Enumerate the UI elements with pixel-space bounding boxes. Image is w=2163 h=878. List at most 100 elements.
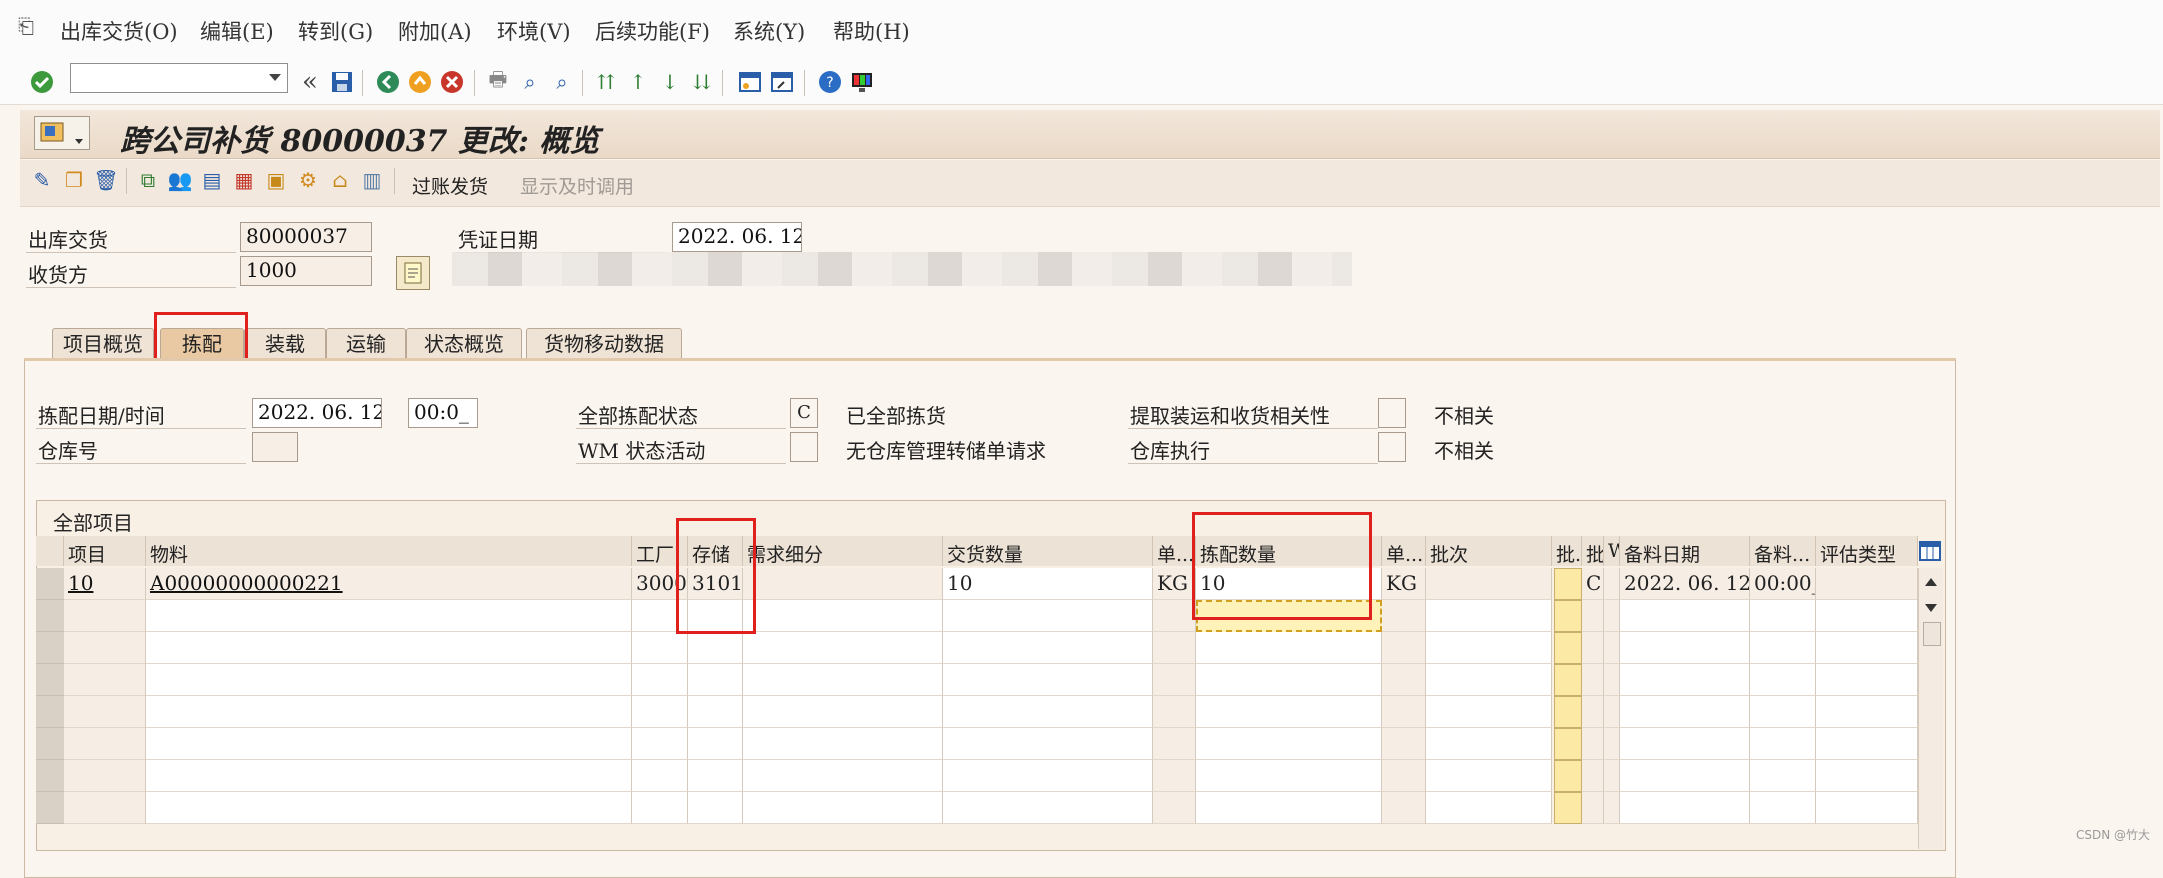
- empty-cell[interactable]: [1426, 696, 1552, 728]
- new-session-icon[interactable]: [736, 68, 764, 96]
- empty-cell[interactable]: [1750, 792, 1816, 824]
- row-selector[interactable]: [36, 664, 64, 696]
- empty-cell[interactable]: [146, 664, 632, 696]
- empty-cell[interactable]: [1816, 600, 1918, 632]
- empty-cell[interactable]: [1816, 760, 1918, 792]
- menu-edit[interactable]: 编辑(E): [200, 16, 274, 46]
- column-header-w[interactable]: W: [1604, 536, 1620, 566]
- column-header-batch-flag-2[interactable]: 批: [1582, 536, 1604, 566]
- empty-cell[interactable]: [64, 792, 146, 824]
- empty-cell[interactable]: [1196, 664, 1382, 696]
- layout-settings-icon[interactable]: [848, 68, 876, 96]
- row-selector[interactable]: [36, 696, 64, 728]
- header-icon[interactable]: ▤: [198, 166, 226, 194]
- post-goods-issue-button[interactable]: 过账发货: [412, 172, 488, 199]
- column-header-unit[interactable]: 单...: [1153, 536, 1196, 566]
- back-green-icon[interactable]: [374, 68, 402, 96]
- empty-cell[interactable]: [1426, 600, 1552, 632]
- menu-outbound-delivery[interactable]: 出库交货(O): [60, 16, 178, 46]
- overall-pick-status-field[interactable]: C: [790, 398, 818, 428]
- empty-cell[interactable]: [1816, 664, 1918, 696]
- empty-cell[interactable]: [1196, 728, 1382, 760]
- empty-cell[interactable]: [64, 664, 146, 696]
- scroll-up-icon[interactable]: [1925, 578, 1937, 586]
- cancel-red-icon[interactable]: [438, 68, 466, 96]
- column-header-req-segment[interactable]: 需求细分: [743, 536, 943, 566]
- empty-cell[interactable]: [1582, 760, 1604, 792]
- empty-cell[interactable]: [743, 664, 943, 696]
- empty-cell[interactable]: [1620, 600, 1750, 632]
- empty-cell[interactable]: [146, 728, 632, 760]
- empty-cell[interactable]: [1604, 792, 1620, 824]
- empty-cell[interactable]: [1196, 696, 1382, 728]
- column-header-batch-flag[interactable]: 批.: [1552, 536, 1582, 566]
- scroll-down-icon[interactable]: [1925, 604, 1937, 612]
- doc-date-field[interactable]: 2022. 06. 12: [672, 222, 802, 252]
- partner-icon[interactable]: 👥: [166, 166, 194, 194]
- tab-goods-movement-data[interactable]: 货物移动数据: [526, 328, 682, 360]
- next-page-icon[interactable]: ↓: [656, 68, 684, 96]
- empty-cell[interactable]: [688, 792, 743, 824]
- empty-cell[interactable]: [1426, 760, 1552, 792]
- empty-cell[interactable]: [1153, 728, 1196, 760]
- material-link[interactable]: A00000000000221: [150, 571, 343, 595]
- empty-cell[interactable]: [1554, 664, 1582, 696]
- print-icon[interactable]: 🖶: [484, 67, 512, 96]
- menu-system[interactable]: 系统(Y): [733, 16, 805, 46]
- empty-cell[interactable]: [632, 696, 688, 728]
- empty-cell[interactable]: [943, 760, 1153, 792]
- wm-activity-field[interactable]: [790, 432, 818, 462]
- shortcut-icon[interactable]: [768, 68, 796, 96]
- find-next-icon[interactable]: ⌕: [548, 68, 576, 96]
- tab-item-overview[interactable]: 项目概览: [52, 328, 154, 360]
- row-selector[interactable]: [36, 792, 64, 824]
- empty-cell[interactable]: [1196, 792, 1382, 824]
- empty-cell[interactable]: [64, 632, 146, 664]
- empty-cell[interactable]: [943, 664, 1153, 696]
- empty-cell[interactable]: [1604, 696, 1620, 728]
- serial-numbers-icon[interactable]: ▥: [358, 166, 386, 194]
- copy-icon[interactable]: ⧉: [134, 166, 162, 194]
- pickup-relevance-field[interactable]: [1378, 398, 1406, 428]
- warehouse-field[interactable]: [252, 432, 298, 462]
- empty-cell[interactable]: [688, 664, 743, 696]
- empty-cell[interactable]: [688, 696, 743, 728]
- scroll-thumb[interactable]: [1923, 622, 1941, 646]
- table-settings-icon[interactable]: [1918, 538, 1942, 564]
- empty-cell[interactable]: [1382, 600, 1426, 632]
- address-detail-icon[interactable]: [396, 256, 430, 290]
- first-page-icon[interactable]: ⇈: [592, 68, 620, 96]
- ship-to-field[interactable]: 1000: [240, 256, 372, 286]
- pick-time-field[interactable]: 00:0_: [408, 398, 478, 428]
- empty-cell[interactable]: [1604, 664, 1620, 696]
- empty-cell[interactable]: [743, 696, 943, 728]
- delivery-qty-cell[interactable]: 10: [943, 568, 1153, 600]
- save-icon[interactable]: [328, 68, 356, 96]
- row-selector[interactable]: [36, 600, 64, 632]
- column-header-batch[interactable]: 批次: [1426, 536, 1552, 566]
- menu-environment[interactable]: 环境(V): [497, 16, 571, 46]
- empty-cell[interactable]: [1620, 696, 1750, 728]
- row-selector[interactable]: [36, 760, 64, 792]
- row-selector-header[interactable]: [36, 536, 64, 566]
- empty-cell[interactable]: [1554, 696, 1582, 728]
- empty-cell[interactable]: [1554, 792, 1582, 824]
- empty-cell[interactable]: [1382, 696, 1426, 728]
- column-header-avail-time[interactable]: 备料...: [1750, 536, 1816, 566]
- empty-cell[interactable]: [1816, 696, 1918, 728]
- empty-cell[interactable]: [1153, 696, 1196, 728]
- empty-cell[interactable]: [146, 696, 632, 728]
- empty-cell[interactable]: [743, 760, 943, 792]
- empty-cell[interactable]: [1620, 664, 1750, 696]
- command-field[interactable]: [70, 63, 288, 93]
- empty-cell[interactable]: [743, 728, 943, 760]
- empty-cell[interactable]: [1750, 728, 1816, 760]
- empty-cell[interactable]: [1816, 632, 1918, 664]
- previous-page-icon[interactable]: ↑: [624, 68, 652, 96]
- empty-cell[interactable]: [1750, 600, 1816, 632]
- empty-cell[interactable]: [1582, 600, 1604, 632]
- empty-cell[interactable]: [1382, 632, 1426, 664]
- empty-cell[interactable]: [1582, 696, 1604, 728]
- empty-cell[interactable]: [1750, 664, 1816, 696]
- row-selector[interactable]: [36, 632, 64, 664]
